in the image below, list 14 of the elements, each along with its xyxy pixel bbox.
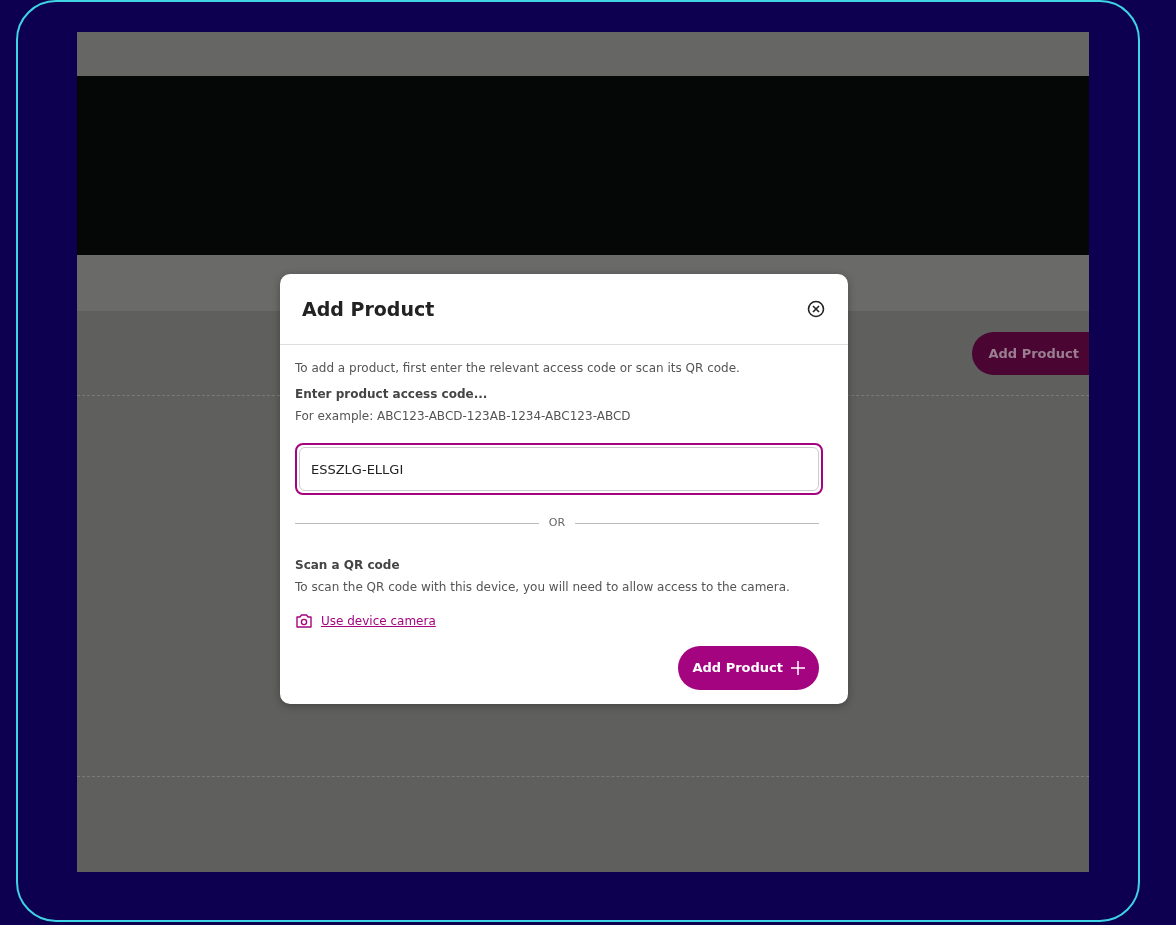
access-code-field[interactable]: ESSZLG-ELLGI [295,443,823,495]
qr-heading: Scan a QR code [295,556,401,574]
camera-icon [295,612,313,629]
plus-icon [791,660,805,675]
divider-label: OR [548,515,566,531]
add-product-button[interactable]: Add Product [972,332,1089,375]
modal-title: Add Product [302,297,435,321]
example-text: For example: ABC123-ABCD-123AB-1234-ABC123-ABCD [295,408,632,425]
close-icon[interactable] [806,299,826,319]
qr-text: To scan the QR code with this device, you will need to allow access to the camera. [295,578,791,596]
submit-button[interactable]: Add Product [678,645,819,690]
camera-link[interactable]: Use device camera [321,611,436,630]
field-label: Enter product access code... [295,386,489,403]
intro-text: To add a product, first enter the relevant access code or scan its QR code. [295,360,741,377]
